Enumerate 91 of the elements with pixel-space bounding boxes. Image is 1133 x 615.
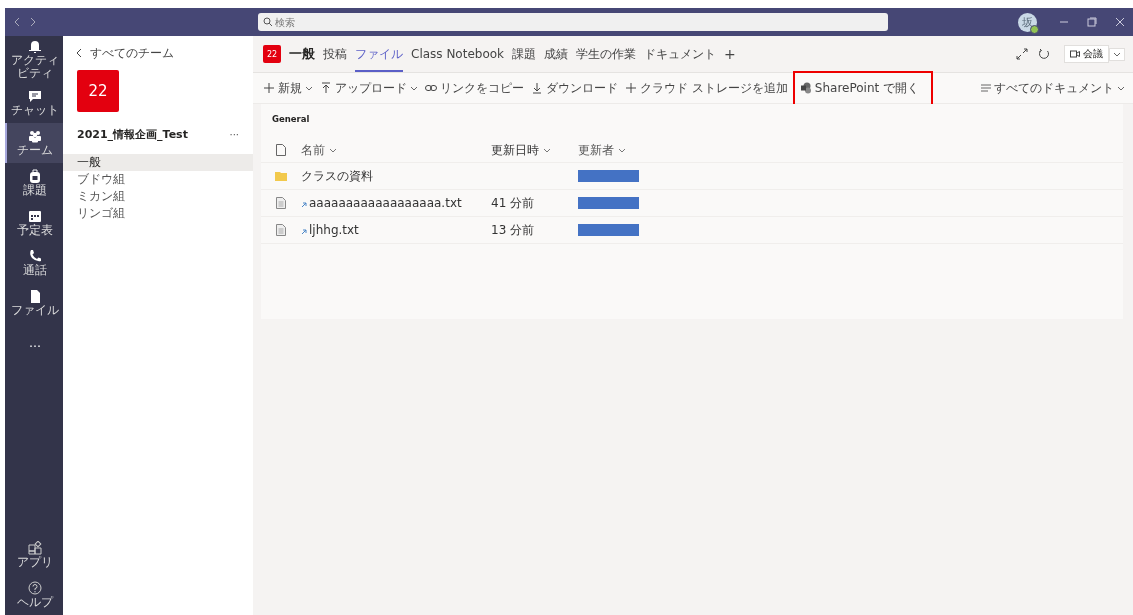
channel-tile: 22 — [263, 45, 281, 63]
plus-icon — [625, 82, 637, 94]
lines-icon — [981, 84, 991, 92]
chevron-down-icon — [1113, 51, 1121, 57]
help-icon — [28, 580, 42, 595]
maximize-icon[interactable] — [1087, 17, 1097, 27]
toolbar-button[interactable]: ダウンロード — [531, 79, 618, 97]
modified-time: 41 分前 — [491, 195, 535, 210]
all-teams-link[interactable]: すべてのチーム — [63, 46, 253, 60]
chevron-down-icon — [618, 147, 626, 153]
file-name: クラスの資料 — [301, 167, 373, 185]
file-row[interactable]: クラスの資料 — [261, 163, 1123, 190]
chevron-down-icon — [410, 85, 418, 91]
toolbar-button[interactable]: 新規 — [263, 79, 313, 97]
phone-icon — [28, 249, 42, 264]
file-name: aaaaaaaaaaaaaaaaaa.txt — [309, 196, 462, 210]
dropdown-button[interactable] — [1109, 47, 1125, 61]
folder-icon — [275, 171, 287, 181]
more-options-button[interactable]: ··· — [229, 129, 239, 140]
back-icon[interactable] — [13, 17, 21, 27]
chevron-down-icon — [1117, 85, 1125, 91]
team-name: 2021_情報企画_Test — [77, 127, 188, 142]
document-icon — [276, 197, 286, 209]
chat-icon — [28, 89, 42, 104]
redacted-block — [578, 224, 639, 236]
apps-icon — [28, 540, 42, 555]
document-icon — [276, 144, 286, 156]
tab[interactable]: 課題 — [512, 36, 537, 72]
modified-time: 13 分前 — [491, 222, 535, 237]
meeting-button[interactable]: 会議 — [1064, 45, 1109, 63]
sharepoint-icon — [799, 82, 812, 94]
rail-item[interactable]: ヘルプ — [5, 575, 63, 615]
rail-item[interactable]: 予定表 — [5, 203, 63, 244]
rail-item[interactable]: アクティビティ — [5, 36, 63, 84]
file-icon — [28, 289, 42, 304]
toolbar-button[interactable]: SharePoint で開く — [794, 72, 932, 104]
tab[interactable]: Class Notebook — [411, 36, 505, 72]
rail-item[interactable]: 課題 — [5, 163, 63, 204]
chevron-down-icon — [329, 147, 337, 153]
toolbar-button[interactable]: リンクをコピー — [425, 79, 524, 97]
link-icon — [425, 82, 437, 94]
add-tab-button[interactable]: + — [724, 46, 736, 62]
tab[interactable]: ドキュメント — [644, 36, 717, 72]
plus-icon — [263, 82, 275, 94]
channel-item[interactable]: リンゴ組 — [63, 205, 253, 222]
close-icon[interactable] — [1115, 17, 1125, 27]
redacted-block — [578, 197, 639, 209]
search-icon — [263, 17, 273, 27]
channel-item[interactable]: ミカン組 — [63, 188, 253, 205]
toolbar-button[interactable]: アップロード — [320, 79, 418, 97]
new-mark-icon — [301, 229, 307, 235]
view-selector[interactable]: すべてのドキュメント — [981, 79, 1125, 97]
rail-item[interactable]: 通話 — [5, 243, 63, 284]
file-row[interactable]: ljhhg.txt 13 分前 — [261, 217, 1123, 244]
column-header[interactable]: 更新者 — [578, 141, 678, 159]
people-icon — [28, 129, 42, 144]
rail-item[interactable]: … — [5, 323, 63, 364]
rail-item[interactable]: チャット — [5, 83, 63, 124]
tab[interactable]: 学生の作業 — [576, 36, 637, 72]
folder-title: General — [271, 113, 311, 126]
avatar[interactable]: 坂 — [1018, 12, 1037, 32]
refresh-icon[interactable] — [1038, 48, 1050, 60]
tab[interactable]: 投稿 — [323, 36, 347, 72]
bell-icon — [28, 39, 42, 53]
column-header[interactable]: 更新日時 — [491, 141, 578, 159]
tab[interactable]: 成績 — [544, 36, 569, 72]
chevron-down-icon — [543, 147, 551, 153]
rail-item[interactable]: ファイル — [5, 283, 63, 324]
channel-name: 一般 — [289, 45, 315, 63]
upload-icon — [320, 82, 332, 94]
column-header[interactable]: 名前 — [301, 141, 491, 159]
new-mark-icon — [301, 202, 307, 208]
chevron-left-icon — [76, 48, 82, 58]
toolbar-button[interactable]: クラウド ストレージを追加 — [625, 79, 788, 97]
download-icon — [531, 82, 543, 94]
rail-item[interactable]: チーム — [5, 123, 63, 164]
search-field[interactable]: 検索 — [258, 13, 888, 31]
channel-item[interactable]: 一般 — [63, 154, 253, 171]
redacted-block — [578, 170, 639, 182]
document-icon — [276, 224, 286, 236]
expand-icon[interactable] — [1016, 48, 1028, 60]
file-name: ljhhg.txt — [309, 223, 359, 237]
file-row[interactable]: aaaaaaaaaaaaaaaaaa.txt 41 分前 — [261, 190, 1123, 217]
forward-icon[interactable] — [29, 17, 37, 27]
team-tile: 22 — [77, 70, 119, 112]
backpack-icon — [28, 169, 42, 184]
rail-item[interactable]: アプリ — [5, 535, 63, 575]
channel-item[interactable]: ブドウ組 — [63, 171, 253, 188]
chevron-down-icon — [305, 85, 313, 91]
video-camera-icon — [1070, 50, 1080, 58]
calendar-icon — [28, 209, 42, 224]
